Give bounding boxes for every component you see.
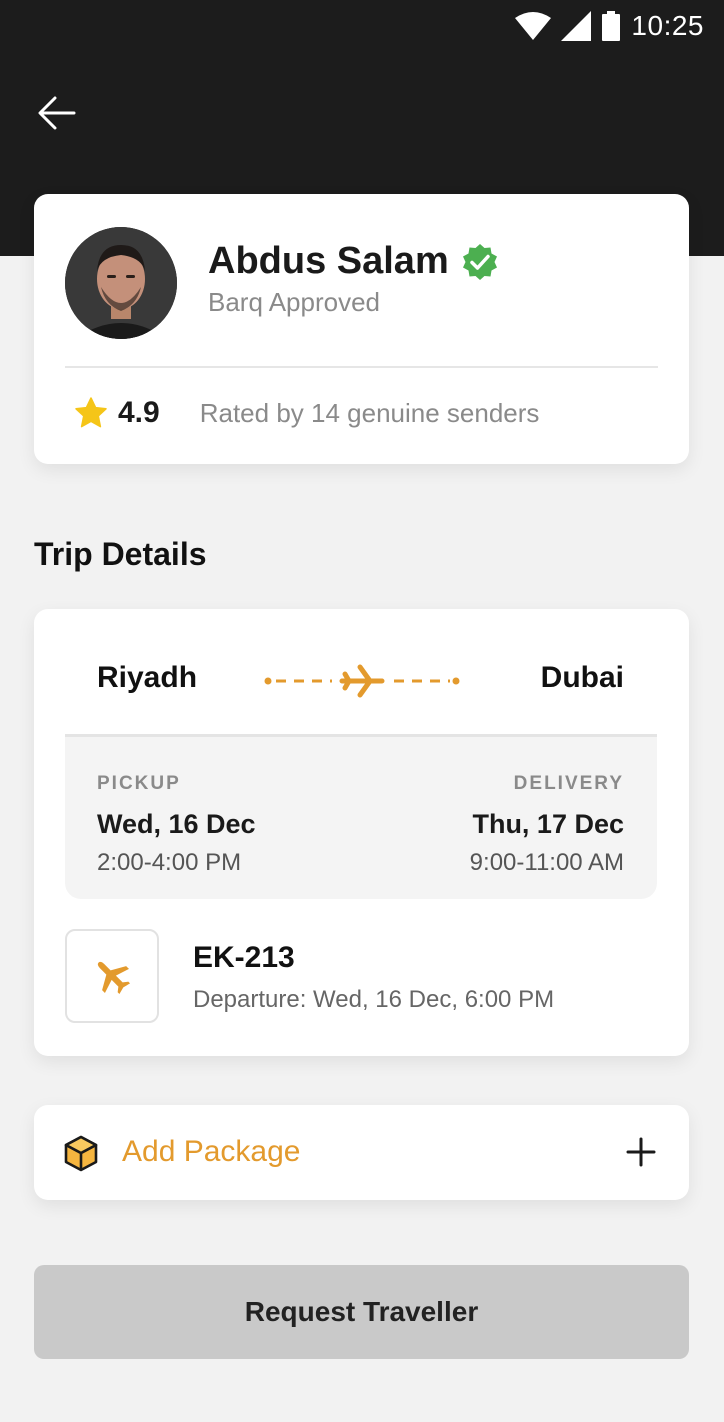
- avatar: [65, 227, 177, 339]
- rating-value: 4.9: [118, 396, 160, 429]
- delivery-label: DELIVERY: [513, 773, 624, 794]
- plus-icon[interactable]: [625, 1136, 657, 1168]
- pickup-date: Wed, 16 Dec: [97, 809, 256, 839]
- flight-number: EK-213: [193, 941, 295, 974]
- departure-info: Departure: Wed, 16 Dec, 6:00 PM: [193, 986, 555, 1013]
- divider: [65, 366, 658, 368]
- traveller-name: Abdus Salam: [208, 240, 449, 282]
- trip-details-card: Riyadh Dubai PICKUP Wed, 16 Dec 2:00-4:0…: [34, 609, 689, 1056]
- signal-icon: [561, 11, 592, 41]
- name-row: Abdus Salam: [208, 240, 499, 283]
- approval-status: Barq Approved: [208, 287, 381, 317]
- traveller-profile-card: Abdus Salam Barq Approved 4.9 Rated by 1…: [34, 194, 689, 464]
- destination-city: Dubai: [540, 661, 624, 694]
- pickup-label: PICKUP: [97, 773, 181, 794]
- request-traveller-button[interactable]: Request Traveller: [34, 1265, 689, 1359]
- arrow-left-icon[interactable]: [36, 92, 78, 134]
- battery-icon: [602, 11, 621, 41]
- pickup-time: 2:00-4:00 PM: [97, 849, 242, 876]
- status-bar: 10:25: [515, 8, 704, 44]
- route-row: Riyadh Dubai: [34, 649, 689, 709]
- flight-route-icon: [264, 664, 460, 698]
- airplane-icon: [97, 961, 131, 995]
- status-time: 10:25: [631, 10, 704, 41]
- schedule-box: PICKUP Wed, 16 Dec 2:00-4:00 PM DELIVERY…: [65, 734, 657, 899]
- origin-city: Riyadh: [97, 661, 198, 694]
- rating-description: Rated by 14 genuine senders: [199, 397, 540, 428]
- rating-row: 4.9 Rated by 14 genuine senders: [74, 396, 539, 430]
- wifi-icon: [515, 12, 552, 40]
- section-title-trip-details: Trip Details: [34, 536, 207, 572]
- add-package-label: Add Package: [122, 1135, 301, 1168]
- delivery-date: Thu, 17 Dec: [472, 809, 624, 839]
- add-package-button[interactable]: Add Package: [34, 1105, 689, 1200]
- star-icon: [75, 397, 107, 428]
- delivery-time: 9:00-11:00 AM: [469, 849, 624, 876]
- package-icon: [64, 1135, 98, 1172]
- flight-icon-box: [65, 929, 159, 1023]
- verified-badge-icon: [462, 243, 497, 280]
